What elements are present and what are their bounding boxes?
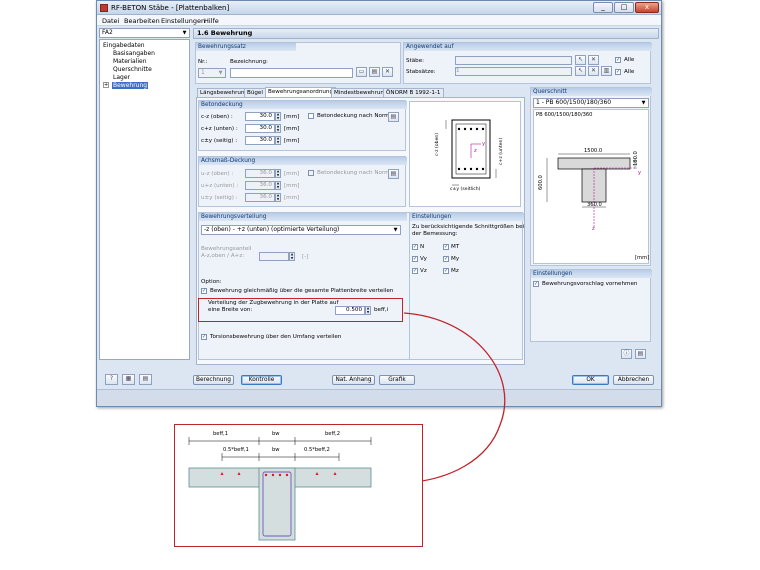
detail-beff1-label: beff,1 — [213, 431, 229, 437]
detail-bw-top-label: bw — [272, 431, 280, 437]
detail-half2-label: 0.5*beff,2 — [304, 447, 330, 453]
detail-bw-mid-label: bw — [272, 447, 280, 453]
detail-figure: beff,1 bw beff,2 0.5*beff,1 bw 0.5*beff,… — [174, 424, 423, 547]
detail-half1-label: 0.5*beff,1 — [223, 447, 249, 453]
detail-svg — [188, 437, 372, 541]
detail-beff2-label: beff,2 — [325, 431, 341, 437]
